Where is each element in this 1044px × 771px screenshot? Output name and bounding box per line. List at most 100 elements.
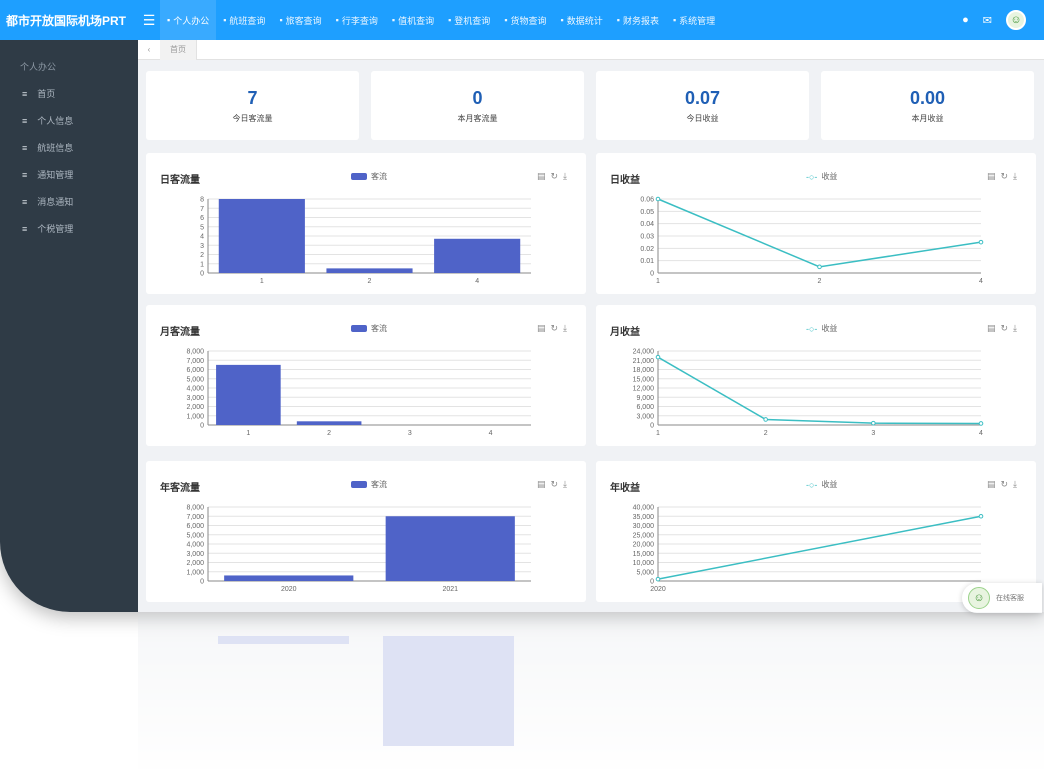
message-icon[interactable]: ✉ [983,14,992,27]
legend-label: 收益 [821,480,838,489]
download-icon[interactable]: ⤓ [563,171,572,181]
nav-item[interactable]: ▪ 登机查询 [441,0,497,40]
data-point[interactable] [978,513,984,519]
edit-icon[interactable]: ▤ [537,323,551,333]
chart-card-daily-flow: 日客流量 客流 ▤↻⤓ 8 7 6 5 4 3 2 1 0 1 2 4 [146,153,586,294]
data-point[interactable] [871,420,876,426]
nav-item[interactable]: ▪ 系统管理 [666,0,722,40]
doc-icon: ▪ [335,15,339,25]
sidebar-item[interactable]: ≡ 个人信息 [0,107,138,134]
y-tick-label: 1,000 [186,413,204,420]
chart-legend[interactable]: 客流 [351,323,387,334]
y-tick-label: 24,000 [633,349,655,356]
data-point[interactable] [978,239,984,245]
nav-item[interactable]: ▪ 值机查询 [385,0,441,40]
tab-left-arrow-icon[interactable]: ‹ [138,45,160,54]
chart-legend[interactable]: -○- 收益 [806,171,837,182]
online-service-widget[interactable]: ☺ 在线客服 [962,583,1042,613]
download-icon[interactable]: ⤓ [563,323,572,333]
y-tick-label: 7,000 [186,514,204,521]
chart-toolbox[interactable]: ▤↻⤓ [987,323,1022,334]
bar[interactable] [326,268,413,273]
chart-legend[interactable]: -○- 收益 [806,479,837,490]
chart-legend[interactable]: 客流 [351,171,387,182]
nav-item[interactable]: ▪ 货物查询 [497,0,553,40]
data-point[interactable] [655,576,661,582]
bar[interactable] [224,575,354,581]
chart-toolbox[interactable]: ▤↻⤓ [537,171,572,182]
y-tick-label: 8,000 [186,505,204,512]
bar[interactable] [385,516,515,581]
chart-toolbox[interactable]: ▤↻⤓ [987,479,1022,490]
sidebar-item[interactable]: ≡ 通知管理 [0,161,138,188]
chart-toolbox[interactable]: ▤↻⤓ [537,479,572,490]
nav-item-label: 登机查询 [454,15,491,26]
user-avatar[interactable]: ☺ [1006,10,1026,30]
refresh-icon[interactable]: ↻ [550,479,563,489]
sidebar-item[interactable]: ≡ 消息通知 [0,188,138,215]
chart-card-monthly-income: 月收益 -○- 收益 ▤↻⤓ 24,000 21,000 18,000 15,000 12,00… [596,305,1036,446]
edit-icon[interactable]: ▤ [987,479,1001,489]
nav-item[interactable]: ▪ 航班查询 [216,0,272,40]
refresh-icon[interactable]: ↻ [550,323,563,333]
nav-item[interactable]: ▪ 财务报表 [610,0,666,40]
chart-legend[interactable]: -○- 收益 [806,323,837,334]
edit-icon[interactable]: ▤ [987,323,1001,333]
download-icon[interactable]: ⤓ [1013,323,1022,333]
nav-item[interactable]: ▪ 行李查询 [329,0,385,40]
bar[interactable] [434,238,521,273]
stat-card-month-income: 0.00 本月收益 [821,71,1034,140]
nav-item[interactable]: ▪ 数据统计 [554,0,610,40]
edit-icon[interactable]: ▤ [537,479,551,489]
y-tick-label: 0 [650,423,654,430]
y-tick-label: 8 [200,197,204,204]
data-point[interactable] [763,417,768,422]
refresh-icon[interactable]: ↻ [1000,479,1013,489]
data-point[interactable] [978,421,984,426]
chart-legend[interactable]: 客流 [351,479,387,490]
edit-icon[interactable]: ▤ [537,171,551,181]
x-tick-label: 2 [327,430,331,437]
menu-toggle-icon[interactable]: ☰ [138,12,160,29]
chart-toolbox[interactable]: ▤↻⤓ [987,171,1022,182]
data-point[interactable] [655,196,661,202]
download-icon[interactable]: ⤓ [563,479,572,489]
x-tick-label: 1 [656,278,660,285]
service-avatar-icon: ☺ [968,587,990,609]
y-tick-label: 5,000 [186,532,204,539]
bar[interactable] [218,199,305,273]
data-point[interactable] [655,354,661,360]
y-tick-label: 7 [200,206,204,213]
nav-item[interactable]: ▪ 旅客查询 [272,0,328,40]
series-line[interactable] [657,198,982,268]
y-tick-label: 30,000 [633,523,655,530]
series-line[interactable] [657,356,982,425]
y-tick-label: 7,000 [186,358,204,365]
stat-value: 0 [472,88,483,108]
sidebar-item[interactable]: ≡ 首页 [0,80,138,107]
chart-toolbox[interactable]: ▤↻⤓ [537,323,572,334]
y-tick-label: 21,000 [633,358,655,365]
menu-lines-icon: ≡ [22,196,28,207]
refresh-icon[interactable]: ↻ [1000,171,1013,181]
data-point[interactable] [817,264,822,270]
sidebar-item[interactable]: ≡ 航班信息 [0,134,138,161]
tab-home[interactable]: 首页 [160,39,197,60]
edit-icon[interactable]: ▤ [987,171,1001,181]
y-tick-label: 0 [200,423,204,430]
bar[interactable] [216,364,281,425]
sidebar-item[interactable]: ≡ 个税管理 [0,215,138,242]
refresh-icon[interactable]: ↻ [550,171,563,181]
reflection-surface [138,612,1044,771]
y-tick-label: 0.04 [640,221,654,228]
notification-icon[interactable]: ● [962,14,969,26]
download-icon[interactable]: ⤓ [1013,479,1022,489]
refresh-icon[interactable]: ↻ [1000,323,1013,333]
y-tick-label: 6,000 [636,404,654,411]
download-icon[interactable]: ⤓ [1013,171,1022,181]
bar-chart-icon: ▪ [560,15,564,25]
legend-swatch-icon [351,173,367,180]
nav-item[interactable]: ▪ 个人办公 [160,0,217,40]
y-tick-label: 10,000 [633,560,655,567]
bar[interactable] [296,421,362,425]
